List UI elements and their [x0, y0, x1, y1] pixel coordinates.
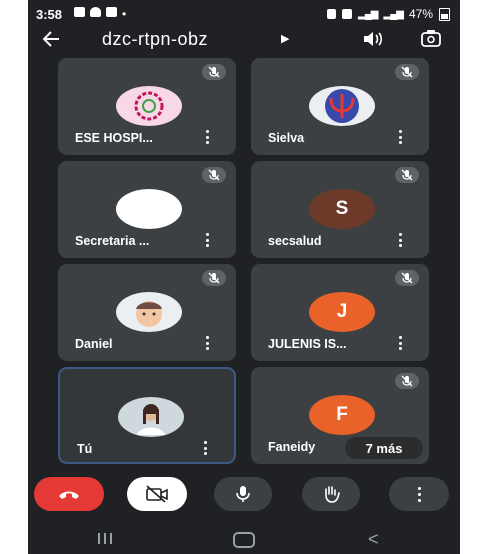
mic-off-icon — [202, 167, 226, 183]
participant-name: Sielva — [268, 131, 305, 145]
meet-screen: 3:58 • ▂▄▆ ▂▄▆ 47% dzc-rtpn-obz ▶ ESE HO… — [28, 0, 460, 554]
avatar: S — [309, 189, 375, 229]
participant-name: Secretaria ... — [75, 234, 150, 248]
avatar: J — [309, 292, 375, 332]
top-bar: dzc-rtpn-obz ▶ — [28, 28, 460, 52]
participant-name: secsalud — [268, 234, 322, 248]
back-arrow-icon[interactable] — [40, 28, 62, 55]
mic-icon — [236, 486, 250, 502]
participant-tile[interactable]: Sielva — [251, 58, 429, 155]
mic-off-icon — [395, 373, 419, 389]
battery-icon — [439, 7, 450, 21]
more-vert-icon — [417, 486, 421, 502]
status-time: 3:58 — [36, 7, 63, 22]
mic-button[interactable] — [214, 477, 272, 511]
participant-tile[interactable]: Secretaria ... — [58, 161, 236, 258]
participant-options-icon[interactable] — [399, 130, 403, 144]
dot-icon: • — [122, 7, 127, 21]
hd-icon — [342, 9, 353, 19]
raise-hand-button[interactable] — [302, 477, 360, 511]
camera-toggle-button[interactable] — [127, 477, 187, 511]
mic-off-icon — [395, 270, 419, 286]
participant-tile[interactable]: Tú — [58, 367, 236, 464]
home-icon[interactable] — [233, 532, 255, 548]
more-participants-badge[interactable]: 7 más — [345, 437, 423, 459]
signal-2-icon: ▂▄▆ — [383, 8, 404, 20]
participant-tile[interactable]: ESE HOSPI... — [58, 58, 236, 155]
alarm-icon — [327, 9, 337, 19]
status-bar: 3:58 • ▂▄▆ ▂▄▆ 47% — [28, 0, 460, 28]
participant-name: ESE HOSPI... — [75, 131, 153, 145]
speaker-icon[interactable] — [361, 30, 383, 48]
gallery-icon — [74, 7, 85, 17]
avatar — [118, 397, 184, 437]
avatar — [116, 86, 182, 126]
avatar: F — [309, 395, 375, 435]
switch-camera-icon[interactable] — [420, 29, 442, 49]
participant-options-icon[interactable] — [206, 336, 210, 350]
participant-options-icon[interactable] — [399, 233, 403, 247]
participant-options-icon[interactable] — [204, 441, 208, 455]
heart-icon — [90, 7, 101, 17]
participant-name: Faneidy — [268, 440, 316, 454]
participant-name: Daniel — [75, 337, 113, 351]
mic-off-icon — [202, 64, 226, 80]
notification-icons: • — [74, 7, 126, 21]
caret-right-icon[interactable]: ▶ — [281, 32, 289, 45]
participant-options-icon[interactable] — [206, 233, 210, 247]
participant-tile[interactable]: Daniel — [58, 264, 236, 361]
participant-name: JULENIS IS... — [268, 337, 347, 351]
mic-off-icon — [202, 270, 226, 286]
battery-percent: 47% — [408, 7, 433, 21]
participant-options-icon[interactable] — [399, 336, 403, 350]
camera-off-icon — [146, 485, 168, 503]
participant-name: Tú — [77, 442, 93, 456]
tv-icon — [106, 7, 117, 17]
participant-options-icon[interactable] — [206, 130, 210, 144]
signal-icon: ▂▄▆ — [358, 8, 378, 20]
nav-back-icon[interactable]: < — [368, 529, 379, 550]
hand-icon — [325, 486, 340, 503]
participant-tile[interactable]: J JULENIS IS... — [251, 264, 429, 361]
avatar — [116, 292, 182, 332]
end-call-button[interactable] — [34, 477, 104, 511]
recents-icon[interactable] — [98, 533, 112, 544]
participant-tile[interactable]: F Faneidy 7 más — [251, 367, 429, 464]
mic-off-icon — [395, 167, 419, 183]
meeting-code[interactable]: dzc-rtpn-obz — [102, 28, 208, 50]
avatar — [309, 86, 375, 126]
android-nav-bar: < — [28, 524, 460, 554]
participant-tile[interactable]: Ssecsalud — [251, 161, 429, 258]
hangup-icon — [59, 491, 79, 499]
more-options-button[interactable] — [389, 477, 449, 511]
mic-off-icon — [395, 64, 419, 80]
avatar — [116, 189, 182, 229]
system-icons: ▂▄▆ ▂▄▆ 47% — [327, 7, 450, 21]
